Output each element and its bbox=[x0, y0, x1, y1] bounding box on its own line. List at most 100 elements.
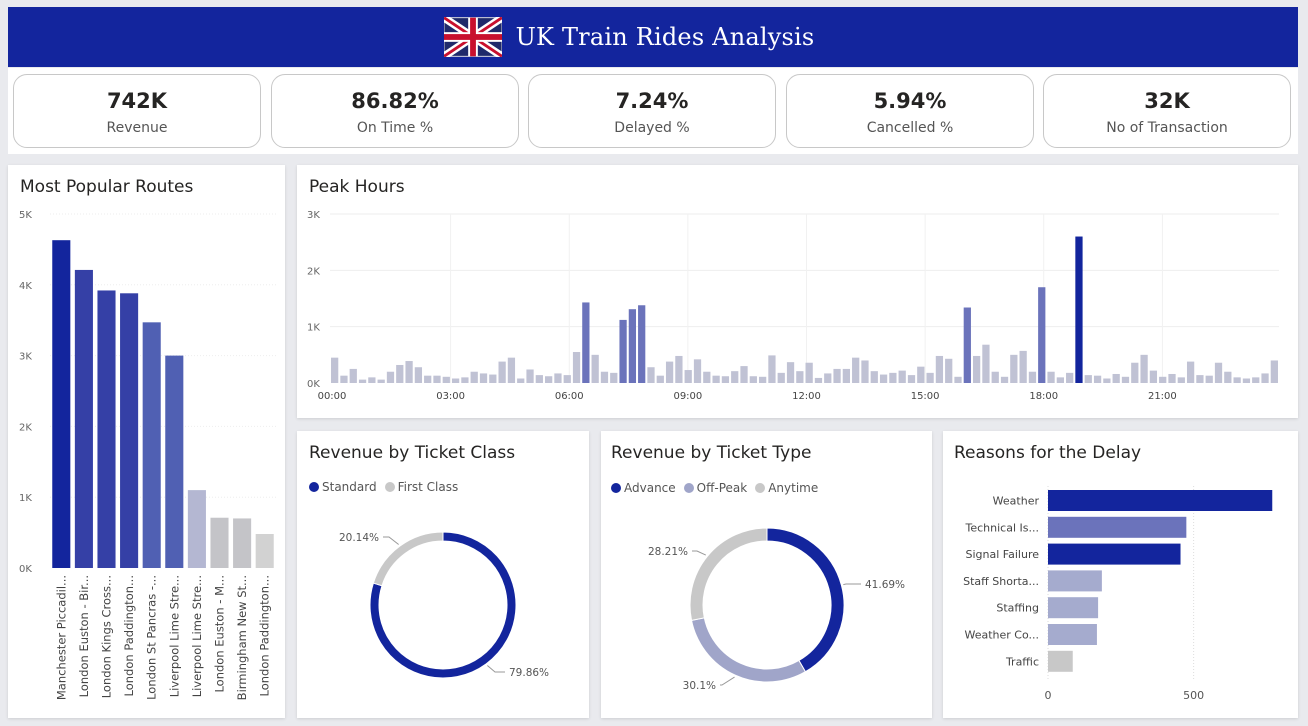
peak-hour-bar bbox=[1010, 354, 1018, 383]
delay-chart: 0 500 Weather Technical Is... Signal Failure… bbox=[963, 486, 1273, 702]
peak-hours-chart: 0K 1K 2K 3K 00:00 03:00 06:00 09:00 12:00 15:00 18… bbox=[307, 210, 1279, 402]
peak-hour-bar bbox=[396, 364, 404, 383]
delay-bar bbox=[1048, 543, 1181, 565]
page-title: UK Train Rides Analysis bbox=[515, 23, 815, 51]
x-tick-label: London Euston - Bir... bbox=[77, 575, 91, 697]
route-bar bbox=[165, 355, 184, 568]
peak-hour-bar bbox=[507, 357, 516, 383]
donut-slice bbox=[689, 527, 768, 622]
peak-hour-bar bbox=[935, 355, 944, 383]
peak-hour-bar bbox=[442, 376, 450, 383]
data-label: 79.86% bbox=[509, 667, 549, 679]
delay-panel: Reasons for the Delay 0 500 Weather Technic… bbox=[943, 431, 1298, 718]
donut-slice bbox=[372, 531, 444, 587]
delay-bar bbox=[1048, 597, 1099, 619]
x-tick-label: London Paddington... bbox=[122, 575, 136, 696]
peak-hour-bar bbox=[470, 371, 478, 383]
peak-hour-bar bbox=[1214, 362, 1223, 383]
y-tick-label: 2K bbox=[307, 266, 320, 277]
ticket-class-donut: 79.86% 20.14% bbox=[339, 531, 549, 679]
peak-hour-bar bbox=[805, 362, 813, 383]
peak-hour-bar bbox=[1121, 376, 1130, 383]
x-tick-label: 0 bbox=[1045, 689, 1052, 702]
peak-hour-bar bbox=[433, 375, 441, 383]
peak-hour-bar bbox=[917, 366, 925, 383]
peak-hour-bar bbox=[386, 371, 395, 383]
peak-hour-bar bbox=[340, 375, 348, 383]
peak-hour-bar bbox=[1159, 376, 1167, 383]
peak-hour-bar bbox=[1261, 373, 1269, 383]
peak-hour-bar bbox=[693, 359, 702, 383]
peak-hour-bar bbox=[796, 371, 804, 383]
y-tick-label: Weather Co... bbox=[964, 629, 1039, 642]
ticket-type-panel: Revenue by Ticket Type Advance Off-Peak … bbox=[601, 431, 932, 718]
x-tick-label: 06:00 bbox=[555, 391, 584, 402]
kpi-label: On Time % bbox=[356, 120, 434, 136]
peak-hour-bar bbox=[628, 309, 637, 383]
x-tick-label: 18:00 bbox=[1029, 391, 1058, 402]
kpi-card-cancelled[interactable]: 5.94% Cancelled % bbox=[786, 74, 1034, 148]
data-label: 20.14% bbox=[339, 532, 379, 544]
ticket-class-panel: Revenue by Ticket Class Standard First C… bbox=[297, 431, 589, 718]
peak-hour-bar bbox=[1252, 377, 1260, 383]
kpi-value: 86.82% bbox=[351, 89, 439, 113]
kpi-card-delayed[interactable]: 7.24% Delayed % bbox=[528, 74, 776, 148]
peak-hour-bar bbox=[991, 371, 999, 383]
peak-hour-bar bbox=[824, 373, 832, 383]
y-tick-label: 1K bbox=[307, 323, 320, 334]
peak-hour-bar bbox=[377, 379, 385, 383]
peak-hour-bar bbox=[517, 378, 525, 383]
y-tick-label: Traffic bbox=[1005, 655, 1039, 668]
peak-hour-bar bbox=[1019, 350, 1027, 383]
header-bar: UK Train Rides Analysis bbox=[8, 7, 1298, 67]
delay-bar bbox=[1048, 570, 1102, 592]
kpi-card-transactions[interactable]: 32K No of Transaction bbox=[1043, 74, 1291, 148]
peak-hour-bar bbox=[889, 372, 897, 383]
peak-hour-bar bbox=[1196, 375, 1204, 383]
y-tick-label: Technical Is... bbox=[965, 521, 1039, 534]
peak-hour-bar bbox=[1242, 378, 1251, 383]
x-tick-label: 15:00 bbox=[911, 391, 940, 402]
peak-hour-bar bbox=[777, 372, 785, 383]
peak-hour-bar bbox=[619, 319, 627, 383]
peak-hour-bar bbox=[656, 375, 664, 383]
peak-hour-bar bbox=[545, 376, 553, 383]
peak-hour-bar bbox=[1149, 370, 1158, 383]
peak-hour-bar bbox=[786, 362, 795, 383]
peak-hour-bar bbox=[731, 371, 739, 383]
peak-hour-bar bbox=[675, 355, 683, 383]
routes-panel: Most Popular Routes 0K 1K 2K 3K 4K 5K Manchest… bbox=[8, 165, 285, 718]
peak-hour-bar bbox=[331, 357, 339, 383]
delay-bar bbox=[1048, 490, 1273, 511]
leader-line bbox=[383, 536, 399, 545]
delay-bar bbox=[1048, 516, 1187, 538]
delay-bar bbox=[1048, 650, 1073, 672]
peak-hour-bar bbox=[582, 302, 590, 383]
x-tick-label: 00:00 bbox=[318, 391, 347, 402]
peak-hour-bar bbox=[768, 355, 776, 383]
kpi-value: 742K bbox=[106, 89, 168, 113]
x-tick-label: Liverpool Lime Stre... bbox=[190, 575, 204, 697]
route-bar bbox=[52, 240, 71, 569]
x-tick-label: 09:00 bbox=[673, 391, 702, 402]
x-tick-label: Manchester Piccadil... bbox=[54, 575, 68, 700]
peak-hour-bar bbox=[1056, 377, 1064, 383]
peak-hour-bar bbox=[703, 371, 711, 383]
peak-hour-bar bbox=[712, 375, 720, 383]
delay-bar bbox=[1048, 624, 1097, 645]
x-tick-label: Liverpool Lime Stre... bbox=[167, 575, 181, 697]
route-bar bbox=[210, 517, 229, 568]
peak-hour-bar bbox=[954, 376, 962, 383]
peak-hour-bar bbox=[1168, 373, 1176, 383]
peak-hour-bar bbox=[405, 361, 413, 383]
kpi-card-revenue[interactable]: 742K Revenue bbox=[13, 74, 261, 148]
route-bar bbox=[120, 293, 139, 568]
peak-hour-bar bbox=[1093, 375, 1102, 383]
peak-hour-bar bbox=[535, 375, 543, 383]
y-tick-label: 3K bbox=[19, 352, 32, 363]
peak-hour-bar bbox=[1131, 362, 1139, 383]
peak-hour-bar bbox=[1047, 371, 1055, 383]
kpi-card-on-time[interactable]: 86.82% On Time % bbox=[271, 74, 519, 148]
y-tick-label: 0K bbox=[307, 379, 320, 390]
peak-hour-bar bbox=[972, 355, 981, 383]
